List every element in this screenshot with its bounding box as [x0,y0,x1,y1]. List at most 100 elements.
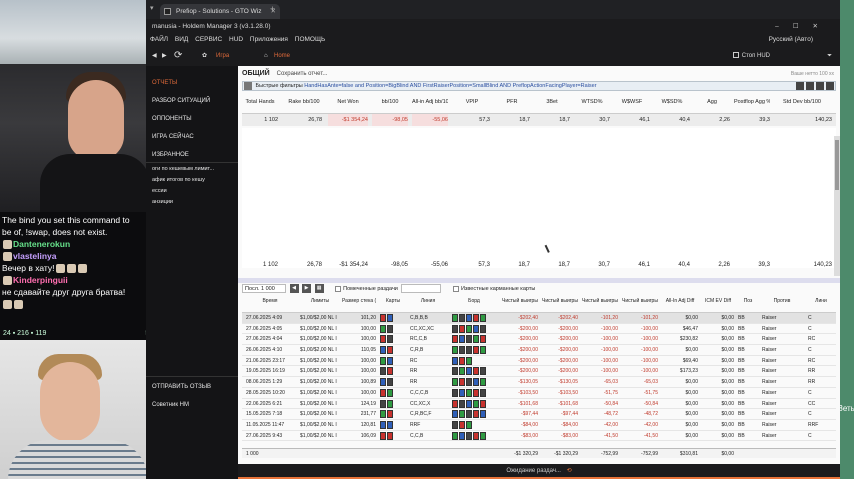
hands-column-header[interactable]: Чистый выигрыш [582,298,618,304]
chat-username[interactable]: vlastelinya [13,251,56,261]
back-icon[interactable]: ◀ [152,46,157,66]
hand-row[interactable]: 19.05.2025 16:19 $1,00/$2,00 NL I 100,00 RR… [242,366,836,378]
new-tab-button[interactable]: + [270,4,275,14]
quick-filter-bar[interactable]: Быстрые фильтры HandHasAnte=false and Po… [242,81,836,91]
chat-username[interactable]: Dantenerokun [13,239,70,249]
known-cards-checkbox[interactable] [452,285,459,292]
summary-column-header[interactable]: Net Won [328,99,368,105]
hand-cell: 100,00 [360,336,376,343]
marked-hands-select[interactable] [401,284,442,294]
filter-edit-icon[interactable] [796,82,804,90]
summary-column-header[interactable]: Agg [694,99,730,105]
advisor-link[interactable]: Советник HM [152,402,189,408]
hands-column-header[interactable]: Чистый выигрыш [502,298,538,304]
sidebar-subitem[interactable]: ессии [152,188,167,194]
summary-column-header[interactable]: PFR [494,99,530,105]
hand-row[interactable]: 27.06.2025 4:04 $1,00/$2,00 NL I 100,00 RC,… [242,334,836,346]
window-controls[interactable]: –☐✕ [775,19,832,34]
summary-column-header[interactable]: 3Bet [534,99,570,105]
summary-column-header[interactable]: Total Hands [242,99,278,105]
send-feedback-button[interactable]: ОТПРАВИТЬ ОТЗЫВ [152,384,211,390]
scrollbar[interactable] [834,136,840,276]
hand-cell: 110,05 [361,347,376,354]
menu-apps[interactable]: Приложения [250,36,288,43]
hand-cell: Raiser [762,325,777,332]
hand-row[interactable]: 21.06.2025 23:17 $1,00/$2,00 NL I 100,00 RC… [242,356,836,367]
summary-column-header[interactable]: VPIP [454,99,490,105]
summary-column-header[interactable]: Rake bb/100 [286,99,322,105]
menu-help[interactable]: ПОМОЩЬ [295,36,326,43]
prev-page-icon[interactable]: ◀ [289,284,299,294]
hands-column-header[interactable]: Лимиты [300,298,340,304]
scrollbar-thumb[interactable] [835,140,839,190]
hand-row[interactable]: 11.05.2025 11:47 $1,00/$2,00 NL I 120,81 RR… [242,420,836,431]
browser-tab[interactable]: Prefiop - Solutions - GTO Wiz ✕ [160,4,280,19]
filter-clear-icon[interactable] [816,82,824,90]
refresh-icon[interactable]: ⟳ [174,46,182,66]
hand-cell: $0,00 [721,389,734,396]
summary-column-header[interactable]: Postflop Agg % [734,99,770,105]
sidebar-item-reports[interactable]: ОТЧЕТЫ [152,80,177,86]
summary-column-header[interactable]: bb/100 [372,99,408,105]
home-icon[interactable]: ⌂ [264,46,268,66]
hud-toggle[interactable]: Стоп HUD [732,46,770,66]
hud-checkbox[interactable] [732,52,739,59]
app-title: manusia - Holdem Manager 3 (v3.1.28.0) [152,23,271,30]
marked-hands-checkbox[interactable] [335,285,342,292]
sidebar-item-opponents[interactable]: ОППОНЕНТЫ [152,116,192,122]
tab-list-icon[interactable]: ▾ [150,4,154,12]
hands-limit-select[interactable]: Посл. 1 000 [242,284,286,294]
summary-column-header[interactable]: W$WSF [614,99,650,105]
filter-query[interactable]: HandHasAnte=false and Position=BigBlind … [304,83,596,89]
hands-column-header[interactable]: ICM EV Diff [702,298,734,304]
hands-column-header[interactable]: Чистый выигрыш [542,298,578,304]
hands-column-header[interactable]: Лини [808,298,834,304]
home-label[interactable]: Home [274,46,290,66]
sidebar-subitem[interactable]: оги по кешевым лимит... [152,166,214,172]
hands-column-header[interactable]: All-In Adj Diff [662,298,698,304]
hand-row[interactable]: 08.06.2025 1:29 $1,00/$2,00 NL I 100,89 RR -… [242,377,836,388]
hands-column-header[interactable]: Карты [380,298,406,304]
hand-row[interactable]: 27.06.2025 4:09 $1,00/$2,00 NL I 101,20 C,B… [242,313,836,324]
forward-icon[interactable]: ▶ [162,46,167,66]
hands-column-header[interactable]: Размер стека (bb) [342,298,376,304]
sidebar-item-favorites[interactable]: ИЗБРАННОЕ [152,152,189,158]
hand-row[interactable]: 28.05.2025 10:20 $1,00/$2,00 NL I 100,00 C,… [242,388,836,399]
save-report-link[interactable]: Сохранить отчет... [277,71,328,77]
summary-column-header[interactable]: Std Dev bb/100 [772,99,832,105]
sidebar-item-analysis[interactable]: РАЗБОР СИТУАЦИЙ [152,98,210,104]
hands-column-header[interactable]: Чистый выигрыш [622,298,658,304]
next-page-icon[interactable]: ▶ [302,284,312,294]
hand-row[interactable]: 15.05.2025 7:18 $1,00/$2,00 NL I 231,77 C,R… [242,409,836,420]
sidebar-subitem[interactable]: анзиции [152,199,173,205]
menu-view[interactable]: ВИД [175,36,188,43]
menu-hud[interactable]: HUD [229,36,243,43]
hand-row[interactable]: 27.06.2025 4:05 $1,00/$2,00 NL I 100,00 CC,… [242,324,836,335]
summary-column-header[interactable]: WTSD% [574,99,610,105]
grid-icon[interactable]: ▦ [314,284,324,294]
play-label[interactable]: Игра [216,46,229,66]
play-icon[interactable]: ✿ [202,46,207,66]
summary-column-header[interactable]: All-in Adj bb/100 [412,99,448,105]
hands-column-header[interactable]: Борд [452,298,496,304]
menu-file[interactable]: ФАЙЛ [150,36,168,43]
hand-row[interactable]: 27.06.2025 9:43 $1,00/$2,00 NL I 106,09 C,C… [242,431,836,442]
hands-column-header[interactable]: Против [762,298,802,304]
hands-column-header[interactable]: Линия [410,298,446,304]
sidebar-subitem[interactable]: афик итогов по кешу [152,177,205,183]
filter-menu-icon[interactable] [826,82,834,90]
refresh-icon[interactable]: ⟲ [567,468,572,474]
language-select[interactable]: Русский (Авто) [769,34,813,46]
chat-username[interactable]: Kinderpinguii [13,275,68,285]
hands-column-header[interactable]: Время [246,298,294,304]
filter-save-icon[interactable] [806,82,814,90]
sidebar-item-playing-now[interactable]: ИГРА СЕЙЧАС [152,134,194,140]
summary-column-header[interactable]: W$SD% [654,99,690,105]
summary-data-row[interactable]: 1 102 26,78 -$1 354,24 -98,05 -55,06 57,3 18,7… [242,114,836,126]
hands-column-header[interactable]: Поз [738,298,758,304]
hand-row[interactable]: 22.06.2025 6:21 $1,00/$2,00 NL I 124,19 CC,… [242,399,836,410]
filter-icon[interactable] [244,82,252,90]
hand-row[interactable]: 26.06.2025 4:10 $1,00/$2,00 NL I 110,05 C,R… [242,345,836,356]
menu-service[interactable]: СЕРВИС [195,36,222,43]
filter-icon[interactable]: ⏷ [827,46,832,66]
